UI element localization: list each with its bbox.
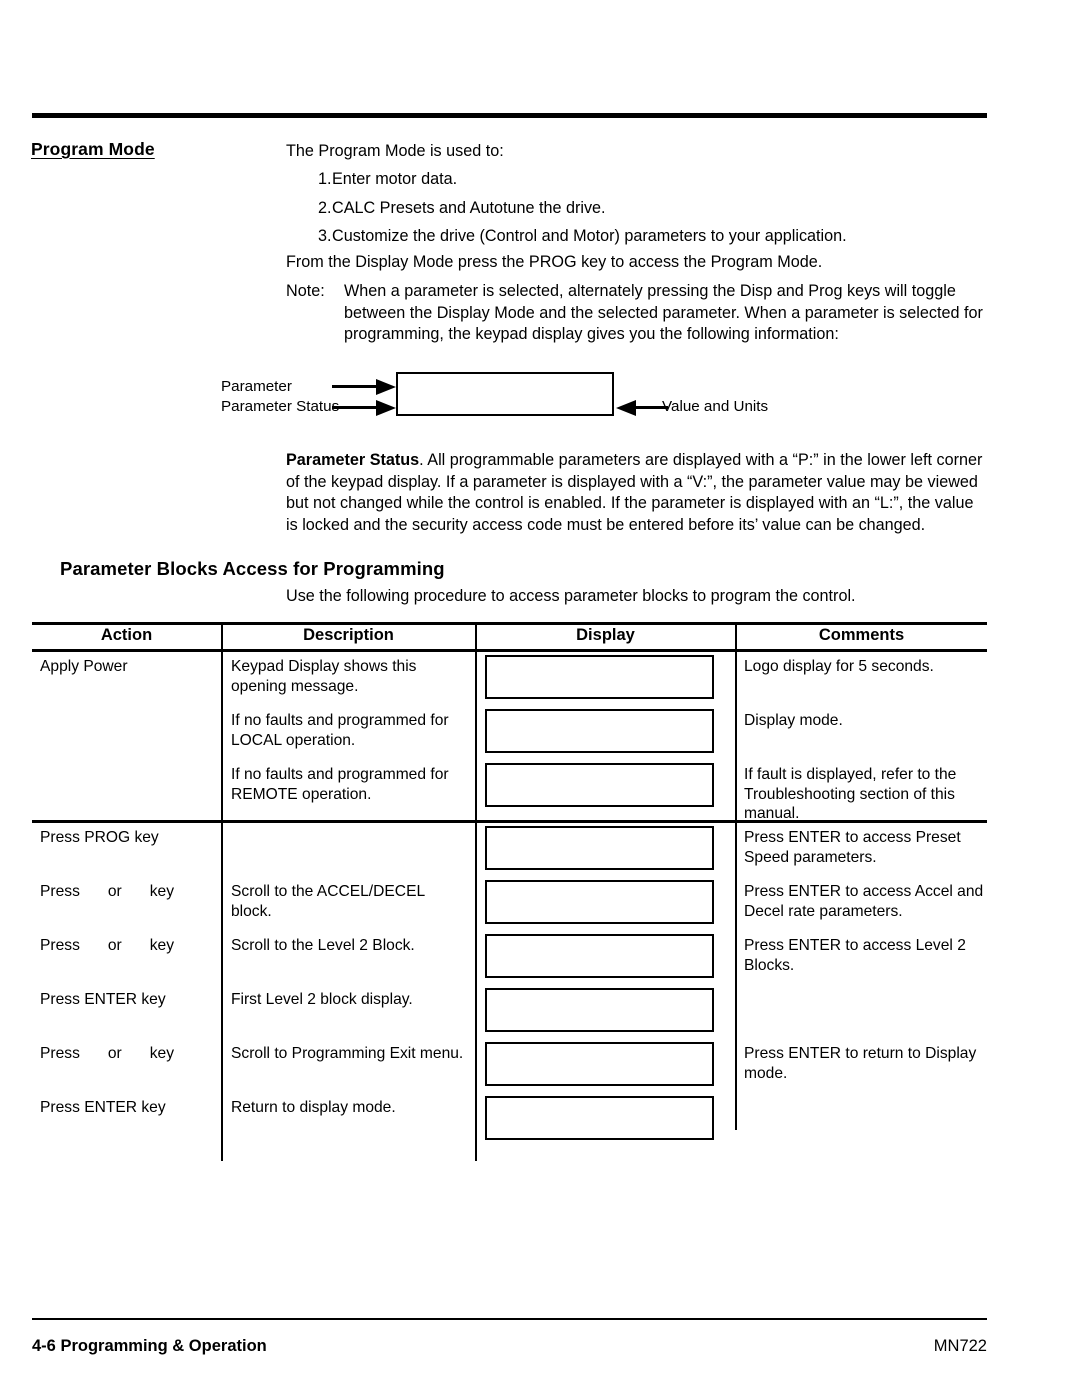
diagram-label-value-and-units: Value and Units [662,398,769,415]
press-label: Press [40,937,80,954]
list-item-label: Enter motor data. [332,170,458,188]
footer-rule [32,1318,987,1321]
list-item: 3. Customize the drive (Control and Moto… [286,226,986,248]
table-column-divider [221,622,223,1161]
table-row: Press PROG key [40,829,159,846]
arrow-right-icon [376,399,396,416]
list-item-number: 2. [318,198,332,217]
keypad-display-box [485,1042,714,1086]
arrow-right-icon [376,378,396,395]
table-header-rule [32,649,987,652]
table-header-description: Description [303,626,394,644]
or-label: or [107,937,122,954]
table-cell-comments: Press ENTER to access Preset Speed param… [744,829,961,866]
keypad-display-box [485,1096,714,1140]
list-item-number: 3. [318,227,332,245]
table-row: Apply Power [40,658,128,675]
keypad-callout-diagram: Parameter Parameter Status Value and Uni… [0,372,1080,438]
diagram-label-parameter: Parameter [221,378,292,395]
table-cell-comments: Press ENTER to return to Display mode. [744,1045,977,1082]
keypad-display-box [485,934,714,978]
table-cell-description: First Level 2 block display. [231,991,413,1008]
section-subtitle: Parameter Blocks Access for Programming [60,558,445,579]
press-label: Press [40,883,80,900]
intro-numbered-list: 1. Enter motor data. 2. CALC Presets and… [286,169,986,255]
keypad-display-box [396,372,614,416]
note-label: Note: [286,282,325,300]
diagram-label-parameter-status: Parameter Status [221,398,340,415]
table-cell-description: Scroll to the Level 2 Block. [231,937,415,954]
footer-page-number: 4-6 [32,1337,56,1355]
table-cell-description: If no faults and programmed for REMOTE o… [231,766,449,803]
note-block: Note: When a parameter is selected, alte… [286,281,986,346]
procedure-intro-text: Use the following procedure to access pa… [286,587,856,605]
list-item-number: 1. [318,170,332,188]
table-cell-comments: Logo display for 5 seconds. [744,658,934,675]
keypad-display-box [485,988,714,1032]
table-cell-comments: Press ENTER to access Level 2 Blocks. [744,937,966,974]
header-rule [32,113,987,118]
table-row: Press or key [40,882,216,902]
press-label: Press [40,1045,80,1062]
document-page: Program Mode The Program Mode is used to… [0,0,1080,1397]
table-cell-description: Scroll to the ACCEL/DECEL block. [231,883,425,920]
list-item: 1. Enter motor data. [286,169,986,191]
table-cell-comments: Press ENTER to access Accel and Decel ra… [744,883,984,920]
keypad-display-box [485,763,714,807]
table-cell-comments: Display mode. [744,712,843,729]
footer-left: 4-6 Programming & Operation [32,1337,267,1356]
page-title: Program Mode [31,139,155,159]
intro-lead-text: The Program Mode is used to: [286,142,504,160]
keypad-display-box [485,709,714,753]
key-label: key [149,937,175,954]
parameter-status-lead: Parameter Status [286,451,420,469]
or-label: or [107,1045,122,1062]
note-body: When a parameter is selected, alternatel… [344,282,983,343]
leader-line-parameter [332,385,380,388]
table-cell-comments: If fault is displayed, refer to the Trou… [744,766,957,823]
list-item-label: CALC Presets and Autotune the drive. [332,198,606,217]
table-column-divider [735,622,737,1130]
footer-chapter: Programming & Operation [60,1337,267,1355]
or-label: or [107,883,122,900]
keypad-display-box [485,880,714,924]
table-header-display: Display [576,626,635,644]
table-row: Press ENTER key [40,991,166,1008]
leader-line-parameter-status [332,406,380,409]
table-header-action: Action [100,626,153,644]
leader-line-value-units [632,406,668,409]
key-label: key [149,1045,175,1062]
parameter-status-paragraph: Parameter Status. All programmable param… [286,450,986,536]
list-item: 2. CALC Presets and Autotune the drive. [286,198,986,220]
table-row: Press or key [40,1044,216,1064]
table-header-comments: Comments [818,626,905,644]
table-cell-description: Scroll to Programming Exit menu. [231,1045,464,1062]
intro-from-line: From the Display Mode press the PROG key… [286,253,823,271]
table-row: Press ENTER key [40,1099,166,1116]
arrow-left-icon [616,399,636,416]
footer-doc-code: MN722 [933,1337,987,1355]
keypad-display-box [485,655,714,699]
table-cell-description: Return to display mode. [231,1099,396,1116]
table-top-rule [32,622,987,625]
keypad-display-box [485,826,714,870]
table-cell-description: If no faults and programmed for LOCAL op… [231,712,449,749]
table-cell-description: Keypad Display shows this opening messag… [231,658,417,695]
list-item-label: Customize the drive (Control and Motor) … [332,227,847,245]
key-label: key [149,883,175,900]
table-column-divider [475,622,477,1161]
table-row: Press or key [40,936,216,956]
